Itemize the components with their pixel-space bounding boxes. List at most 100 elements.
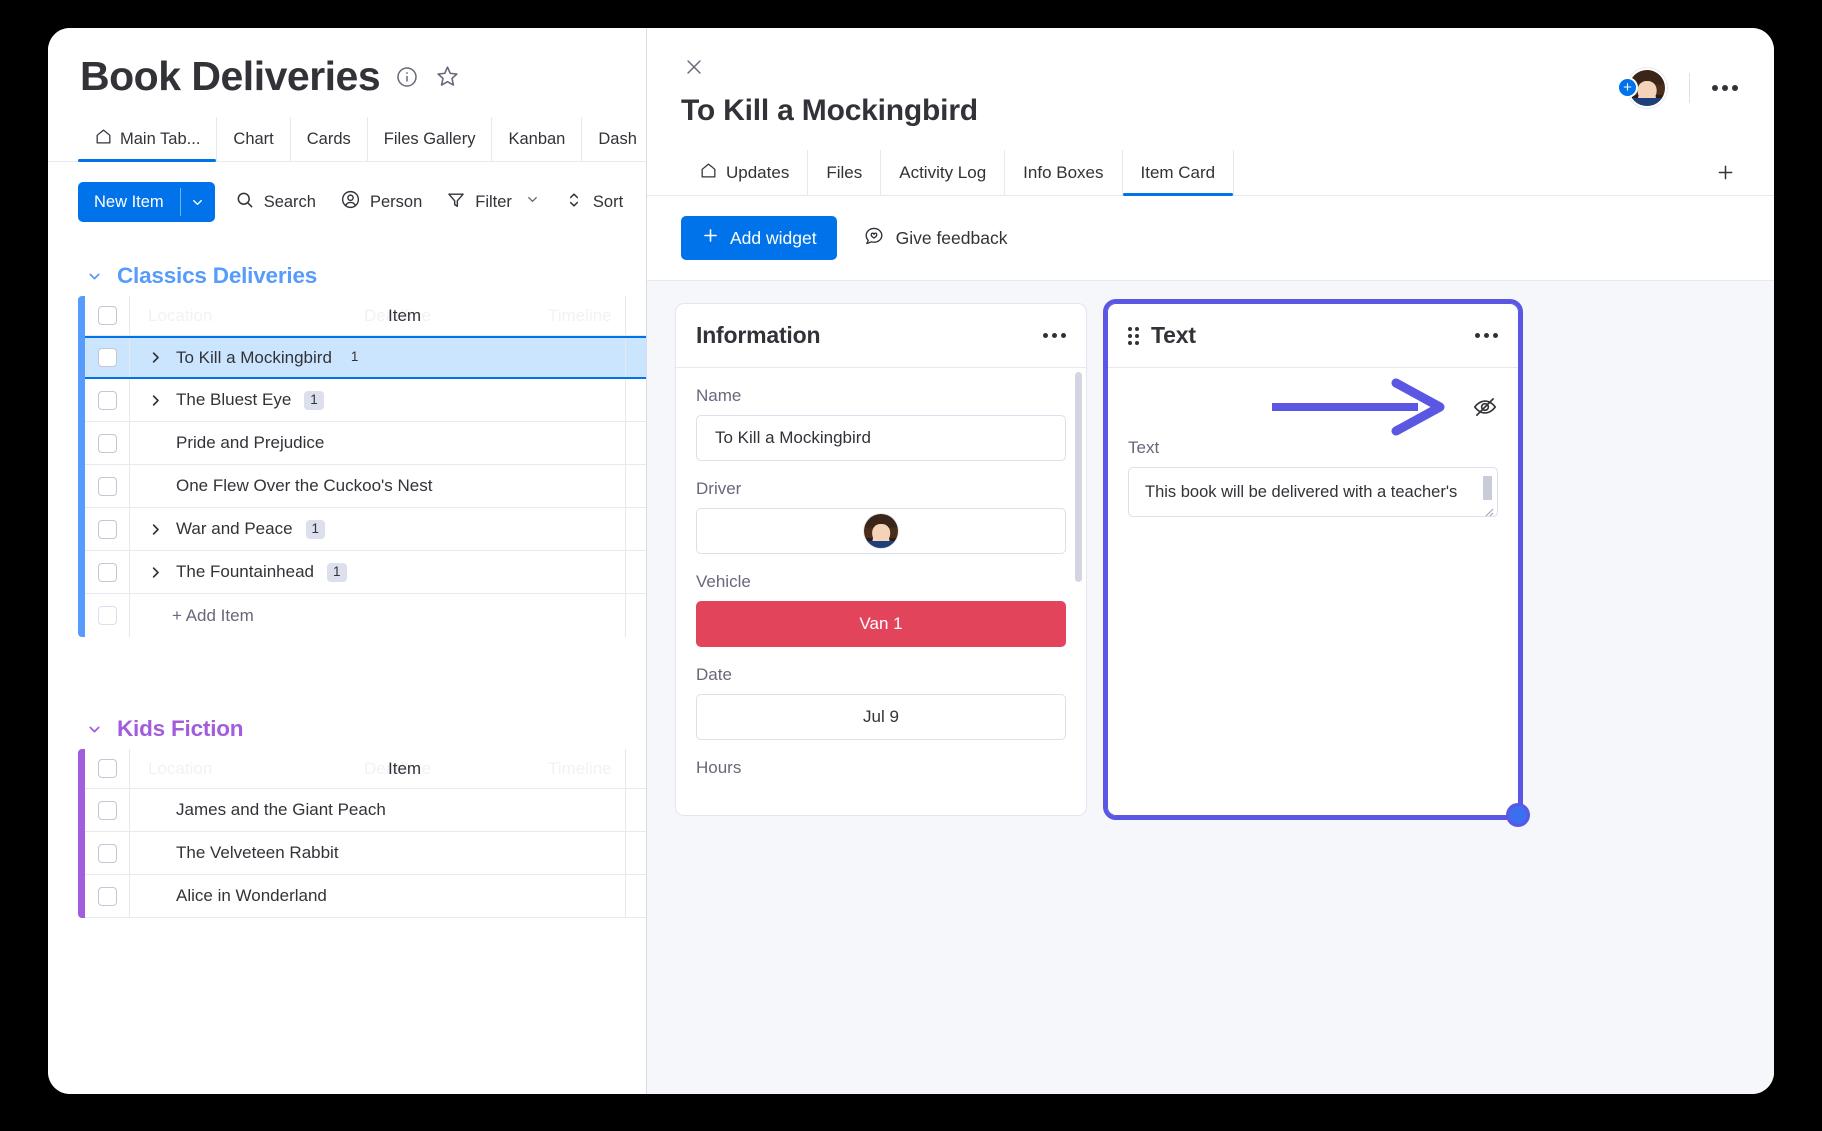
- tab-item-card[interactable]: Item Card: [1122, 150, 1235, 196]
- chevron-down-icon[interactable]: [86, 268, 103, 285]
- row-select-cell[interactable]: [85, 422, 130, 465]
- select-all-cell[interactable]: [85, 749, 130, 789]
- give-feedback-button[interactable]: Give feedback: [863, 225, 1007, 252]
- add-widget-button[interactable]: Add widget: [681, 216, 837, 260]
- table-row[interactable]: Alice in Wonderland: [85, 875, 646, 919]
- invite-member-icon[interactable]: +: [1617, 77, 1638, 98]
- row-select-cell[interactable]: [85, 551, 130, 594]
- chevron-down-icon[interactable]: [181, 182, 215, 222]
- add-item-cell[interactable]: + Add Item: [130, 594, 626, 638]
- row-item-cell[interactable]: To Kill a Mockingbird 1: [130, 338, 626, 378]
- row-item-cell[interactable]: Alice in Wonderland: [130, 875, 626, 918]
- tab-updates[interactable]: Updates: [681, 150, 809, 195]
- row-updates-cell[interactable]: [626, 338, 646, 377]
- widget-scrollbar[interactable]: [1075, 372, 1082, 807]
- select-all-checkbox[interactable]: [97, 306, 117, 326]
- tab-info-boxes[interactable]: Info Boxes: [1005, 150, 1123, 195]
- more-options-icon[interactable]: [1475, 333, 1498, 338]
- tab-kanban[interactable]: Kanban: [492, 117, 583, 162]
- row-updates-cell[interactable]: [626, 551, 646, 593]
- person-filter-button[interactable]: Person: [336, 184, 426, 220]
- driver-avatar[interactable]: [864, 514, 898, 548]
- row-item-cell[interactable]: The Fountainhead 1: [130, 551, 626, 594]
- name-field[interactable]: To Kill a Mockingbird: [696, 415, 1066, 461]
- chevron-right-icon[interactable]: [148, 350, 163, 365]
- eye-off-icon[interactable]: [1472, 394, 1498, 420]
- widget-resize-handle[interactable]: [1509, 806, 1527, 824]
- row-select-cell[interactable]: [85, 465, 130, 508]
- row-select-cell[interactable]: [85, 875, 130, 918]
- row-select-cell[interactable]: [85, 338, 130, 378]
- driver-field[interactable]: [696, 508, 1066, 554]
- row-select-cell[interactable]: [85, 789, 130, 832]
- info-icon[interactable]: [394, 64, 420, 90]
- row-checkbox[interactable]: [97, 433, 117, 453]
- more-options-icon[interactable]: [1043, 333, 1066, 338]
- chevron-down-icon[interactable]: [525, 192, 540, 212]
- drag-handle-icon[interactable]: [1128, 326, 1139, 345]
- chevron-down-icon[interactable]: [86, 721, 103, 738]
- tab-files-gallery[interactable]: Files Gallery: [368, 117, 493, 162]
- star-icon[interactable]: [434, 64, 460, 90]
- row-updates-cell[interactable]: [626, 832, 646, 874]
- row-updates-cell[interactable]: [626, 422, 646, 464]
- row-checkbox[interactable]: [97, 348, 117, 368]
- table-row[interactable]: One Flew Over the Cuckoo's Nest: [85, 465, 646, 509]
- select-all-checkbox[interactable]: [97, 759, 117, 779]
- row-item-cell[interactable]: The Velveteen Rabbit: [130, 832, 626, 875]
- sort-button[interactable]: Sort: [560, 184, 627, 220]
- row-updates-cell[interactable]: [626, 379, 646, 421]
- row-checkbox[interactable]: [97, 390, 117, 410]
- select-all-cell[interactable]: [85, 296, 130, 336]
- chevron-right-icon[interactable]: [148, 522, 163, 537]
- tab-chart[interactable]: Chart: [217, 117, 291, 162]
- row-item-cell[interactable]: The Bluest Eye 1: [130, 379, 626, 422]
- row-checkbox[interactable]: [97, 843, 117, 863]
- close-icon[interactable]: [681, 54, 707, 80]
- row-updates-cell[interactable]: [626, 508, 646, 550]
- row-item-cell[interactable]: One Flew Over the Cuckoo's Nest: [130, 465, 626, 508]
- row-updates-cell[interactable]: [626, 465, 646, 507]
- row-item-cell[interactable]: Pride and Prejudice: [130, 422, 626, 465]
- resize-grip-icon[interactable]: [1484, 504, 1494, 516]
- filter-button[interactable]: Filter: [442, 184, 544, 220]
- more-options-icon[interactable]: [1712, 85, 1738, 91]
- table-row[interactable]: The Bluest Eye 1: [85, 379, 646, 423]
- row-item-cell[interactable]: War and Peace 1: [130, 508, 626, 551]
- row-checkbox[interactable]: [97, 519, 117, 539]
- search-button[interactable]: Search: [231, 184, 320, 220]
- tab-main-table[interactable]: Main Tab...: [78, 117, 218, 163]
- vehicle-status-field[interactable]: Van 1: [696, 601, 1066, 647]
- add-tab-icon[interactable]: [1715, 150, 1736, 195]
- text-textarea[interactable]: This book will be delivered with a teach…: [1128, 467, 1498, 517]
- chevron-right-icon[interactable]: [148, 393, 163, 408]
- tab-activity-log[interactable]: Activity Log: [881, 150, 1006, 195]
- table-row[interactable]: Pride and Prejudice: [85, 422, 646, 466]
- row-select-cell[interactable]: [85, 379, 130, 422]
- row-item-cell[interactable]: James and the Giant Peach: [130, 789, 626, 832]
- group-header[interactable]: Kids Fiction: [48, 709, 646, 749]
- widget-information[interactable]: Information Name To Kill a Mockingbird D…: [675, 303, 1087, 816]
- table-row[interactable]: War and Peace 1: [85, 508, 646, 552]
- row-select-cell[interactable]: [85, 832, 130, 875]
- date-field[interactable]: Jul 9: [696, 694, 1066, 740]
- group-header[interactable]: Classics Deliveries: [48, 256, 646, 296]
- table-row[interactable]: The Fountainhead 1: [85, 551, 646, 595]
- new-item-button[interactable]: New Item: [78, 182, 215, 223]
- row-updates-cell[interactable]: 1: [626, 789, 646, 831]
- textarea-scrollbar[interactable]: [1483, 476, 1492, 500]
- row-select-cell[interactable]: [85, 508, 130, 551]
- widget-text[interactable]: Text Text This book will be delivered wi…: [1103, 299, 1527, 824]
- chevron-right-icon[interactable]: [148, 565, 163, 580]
- table-row[interactable]: To Kill a Mockingbird 1: [85, 336, 646, 380]
- scrollbar-thumb[interactable]: [1075, 372, 1082, 582]
- row-updates-cell[interactable]: [626, 875, 646, 917]
- row-checkbox[interactable]: [97, 886, 117, 906]
- table-row[interactable]: The Velveteen Rabbit: [85, 832, 646, 876]
- row-checkbox[interactable]: [97, 800, 117, 820]
- add-item-row[interactable]: + Add Item: [85, 594, 646, 638]
- tab-files[interactable]: Files: [808, 150, 882, 195]
- row-checkbox[interactable]: [97, 562, 117, 582]
- avatar[interactable]: +: [1617, 68, 1667, 108]
- tab-dashboard[interactable]: Dash: [582, 117, 646, 161]
